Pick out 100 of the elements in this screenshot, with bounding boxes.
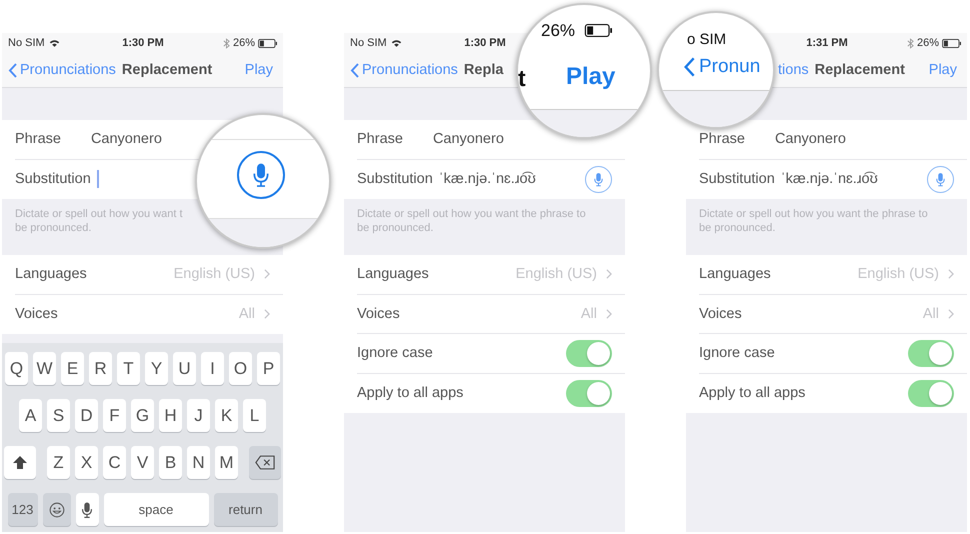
chevron-icon <box>948 308 954 319</box>
nav-title: Replacement <box>122 62 212 78</box>
keyboard-key[interactable]: B <box>159 446 182 479</box>
chevron-icon <box>264 269 270 280</box>
footer-text: Dictate or spell out how you want the phrase to be pronounced. <box>698 207 929 236</box>
setting-label: Ignore case <box>699 345 775 362</box>
phrase-value: Canyonero <box>90 131 162 148</box>
battery-percent: 26% <box>541 21 576 41</box>
chevron-icon <box>948 269 954 280</box>
field-label: Phrase <box>699 131 745 148</box>
battery-icon <box>584 24 614 37</box>
keyboard-key[interactable]: O <box>229 352 252 385</box>
keyboard-key[interactable]: R <box>89 352 112 385</box>
keyboard-key[interactable]: L <box>243 399 266 432</box>
field-label: Phrase <box>15 131 61 148</box>
chevron-icon <box>606 308 612 319</box>
status-time: 1:30 PM <box>122 37 164 49</box>
delete-icon <box>255 455 275 470</box>
setting-value: All <box>580 306 597 322</box>
field-label: Phrase <box>357 131 403 148</box>
keyboard-key[interactable]: M <box>215 446 238 479</box>
keyboard-key[interactable]: Y <box>145 352 168 385</box>
keyboard-key[interactable]: Q <box>5 352 28 385</box>
phrase-value: Canyonero <box>432 131 504 148</box>
setting-label: Apply to all apps <box>699 385 806 402</box>
battery-icon <box>942 38 962 48</box>
setting-value: All <box>922 306 939 322</box>
keyboard-key[interactable]: E <box>61 352 84 385</box>
keyboard-key[interactable]: C <box>103 446 126 479</box>
setting-label: Languages <box>357 266 429 282</box>
footer-text: Dictate or spell out how you want t be pronounced. <box>14 207 184 236</box>
setting-label: Ignore case <box>357 345 433 362</box>
status-time: 1:30 PM <box>464 37 506 49</box>
back-button[interactable]: Pronun <box>683 56 760 78</box>
microphone-icon <box>253 161 269 189</box>
toggle-switch[interactable] <box>908 380 954 407</box>
substitution-field[interactable]: ˈkæ.njə.ˈnɛ.ɹo͡ʊ <box>438 167 536 192</box>
smiley-icon <box>48 502 64 518</box>
microphone-icon <box>936 172 945 187</box>
setting-value: English (US) <box>174 266 255 282</box>
carrier-label: o SIM <box>687 31 726 48</box>
setting-value: English (US) <box>858 266 939 282</box>
emoji-key[interactable] <box>42 493 70 526</box>
toggle-switch[interactable] <box>566 340 612 367</box>
space-key[interactable]: space <box>104 493 208 526</box>
keyboard-key[interactable]: T <box>117 352 140 385</box>
setting-label: Languages <box>699 266 771 282</box>
keyboard-key[interactable]: P <box>257 352 280 385</box>
microphone-icon <box>594 172 603 187</box>
keyboard-key[interactable]: K <box>215 399 238 432</box>
setting-label: Voices <box>15 306 58 322</box>
carrier-label: No SIM <box>350 37 387 49</box>
delete-key[interactable] <box>249 446 281 479</box>
keyboard-key[interactable]: W <box>33 352 56 385</box>
keyboard-key[interactable]: I <box>201 352 224 385</box>
battery-percent: 26% <box>916 37 939 49</box>
keyboard-key[interactable]: V <box>131 446 154 479</box>
field-label: Substitution <box>357 171 433 188</box>
back-chevron-icon <box>8 62 17 78</box>
keyboard-key[interactable]: D <box>75 399 98 432</box>
shift-key[interactable] <box>4 446 36 479</box>
footer-text: Dictate or spell out how you want the phrase to be pronounced. <box>356 207 587 236</box>
setting-label: Voices <box>357 306 400 322</box>
setting-label: Voices <box>699 306 742 322</box>
battery-icon <box>258 38 278 48</box>
field-label: Substitution <box>699 171 775 188</box>
field-label: Substitution <box>15 171 91 188</box>
numbers-key[interactable]: 123 <box>8 493 38 526</box>
setting-value: All <box>238 306 255 322</box>
return-key[interactable]: return <box>214 493 278 526</box>
shift-arrow-icon <box>12 454 28 470</box>
nav-title: Repla <box>464 62 504 78</box>
dictation-button[interactable] <box>927 166 954 193</box>
keyboard-key[interactable]: N <box>187 446 210 479</box>
chevron-icon <box>264 309 270 320</box>
nav-title: Replacement <box>814 62 905 78</box>
substitution-field[interactable]: ˈkæ.njə.ˈnɛ.ɹo͡ʊ <box>780 167 878 192</box>
status-time: 1:31 PM <box>806 37 848 49</box>
keyboard-key[interactable]: J <box>187 399 210 432</box>
play-button[interactable]: Play <box>566 63 616 91</box>
dictation-button[interactable] <box>585 166 612 193</box>
keyboard-key[interactable]: Z <box>47 446 70 479</box>
setting-label: Languages <box>15 266 87 282</box>
back-chevron-icon <box>683 57 695 77</box>
keyboard-key[interactable]: A <box>19 399 42 432</box>
battery-percent: 26% <box>232 37 255 49</box>
setting-value: English (US) <box>516 266 597 282</box>
dictation-key[interactable] <box>76 493 98 526</box>
keyboard-key[interactable]: X <box>75 446 98 479</box>
keyboard-key[interactable]: F <box>103 399 126 432</box>
dictation-button[interactable] <box>237 151 285 199</box>
toggle-switch[interactable] <box>566 380 612 407</box>
keyboard-key[interactable]: H <box>159 399 182 432</box>
toggle-switch[interactable] <box>908 340 954 367</box>
setting-label: Apply to all apps <box>357 385 464 402</box>
keyboard-key[interactable]: U <box>173 352 196 385</box>
keyboard-key[interactable]: G <box>131 399 154 432</box>
phrase-value: Canyonero <box>774 131 846 148</box>
nav-title: t <box>518 65 526 92</box>
keyboard-key[interactable]: S <box>47 399 70 432</box>
